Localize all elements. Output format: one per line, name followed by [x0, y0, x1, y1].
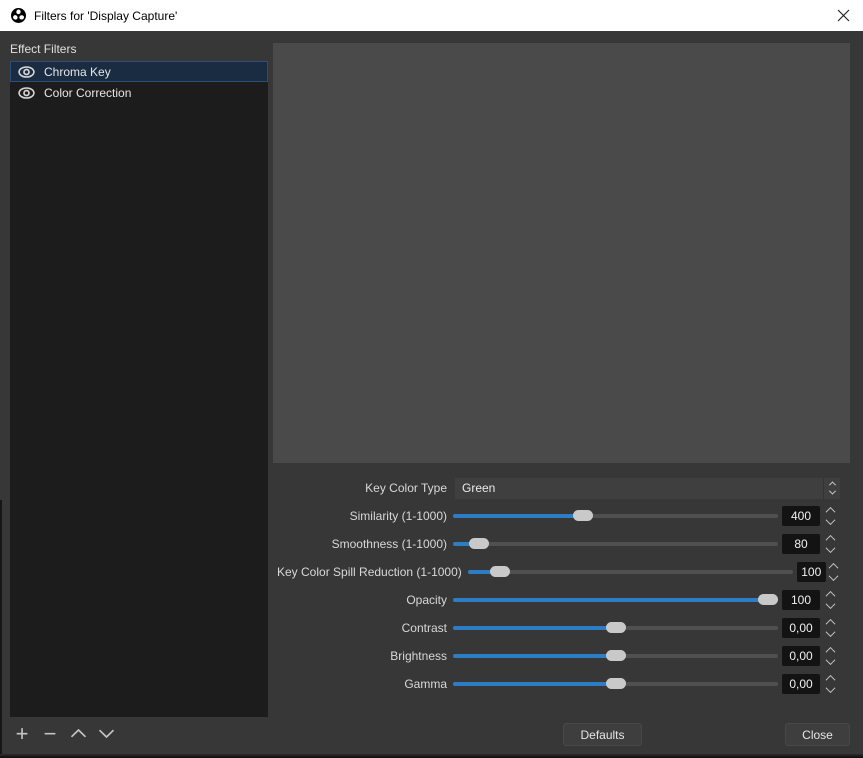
filter-name: Color Correction — [44, 86, 131, 100]
slider-track[interactable] — [453, 542, 778, 546]
chevron-up-icon — [70, 726, 87, 741]
slider-fill — [453, 682, 616, 686]
slider-handle[interactable] — [758, 594, 778, 605]
visibility-eye-icon[interactable] — [18, 66, 35, 78]
chevron-down-icon — [828, 488, 835, 495]
remove-filter-button[interactable]: − — [40, 723, 60, 744]
similarity-1-1000-value-input[interactable]: 400 — [782, 506, 820, 526]
add-filter-button[interactable]: + — [12, 723, 32, 744]
spin-arrows — [822, 588, 838, 612]
effect-filters-heading: Effect Filters — [10, 42, 76, 56]
contrast-value-input[interactable]: 0,00 — [782, 618, 820, 638]
slider-handle[interactable] — [469, 538, 489, 549]
property-row-contrast: Contrast 0,00 — [277, 614, 840, 642]
spin-down-button[interactable] — [822, 544, 838, 555]
slider-fill — [453, 626, 616, 630]
slider-handle[interactable] — [490, 566, 510, 577]
contrast-slider[interactable] — [453, 614, 778, 642]
titlebar-close-button[interactable] — [827, 1, 859, 30]
move-filter-down-button[interactable] — [96, 723, 116, 744]
key-color-spill-reduction-1-1000-value-input[interactable]: 100 — [797, 562, 826, 582]
property-row-similarity-1-1000: Similarity (1-1000) 400 — [277, 502, 840, 530]
combo-arrows[interactable] — [823, 478, 840, 499]
filters-toolbar: +− — [12, 723, 116, 744]
property-label: Opacity — [277, 593, 447, 607]
slider-handle[interactable] — [573, 510, 593, 521]
chevron-down-icon — [825, 515, 835, 525]
slider-fill — [453, 514, 583, 518]
chevron-down-icon — [825, 599, 835, 609]
effect-filters-list: Chroma Key Color Correction — [10, 61, 268, 717]
property-label: Gamma — [277, 677, 447, 691]
defaults-button[interactable]: Defaults — [563, 723, 642, 746]
filter-properties: Key Color Type Green Similarity (1-1000) 40… — [277, 474, 840, 698]
spin-arrows — [828, 560, 840, 584]
spin-arrows — [822, 672, 838, 696]
window-title: Filters for 'Display Capture' — [34, 9, 177, 23]
obs-logo-icon — [11, 8, 26, 23]
titlebar[interactable]: Filters for 'Display Capture' — [0, 0, 863, 31]
property-row-key-color-spill-reduction-1-1000: Key Color Spill Reduction (1-1000) 100 — [277, 558, 840, 586]
spin-arrows — [822, 532, 838, 556]
chevron-down-icon — [825, 543, 835, 553]
property-row-smoothness-1-1000: Smoothness (1-1000) 80 — [277, 530, 840, 558]
spin-down-button[interactable] — [822, 628, 838, 639]
gamma-value-input[interactable]: 0,00 — [782, 674, 820, 694]
smoothness-1-1000-value-input[interactable]: 80 — [782, 534, 820, 554]
filter-preview-area — [273, 43, 850, 463]
slider-track[interactable] — [468, 570, 793, 574]
similarity-1-1000-slider[interactable] — [453, 502, 778, 530]
spin-arrows — [822, 644, 838, 668]
spin-down-button[interactable] — [822, 600, 838, 611]
close-icon — [837, 9, 850, 22]
chevron-down-icon — [829, 571, 839, 581]
slider-handle[interactable] — [606, 622, 626, 633]
key-color-type-combo[interactable]: Green — [455, 478, 840, 499]
chevron-down-icon — [825, 683, 835, 693]
visibility-eye-icon[interactable] — [18, 87, 35, 99]
chevron-down-icon — [825, 627, 835, 637]
filters-dialog: { "window": { "title": "Filters for 'Dis… — [0, 0, 863, 758]
window-bottom-edge — [0, 754, 863, 758]
spin-down-button[interactable] — [822, 684, 838, 695]
property-label: Similarity (1-1000) — [277, 509, 447, 523]
opacity-value-input[interactable]: 100 — [782, 590, 820, 610]
slider-handle[interactable] — [606, 678, 626, 689]
property-row-opacity: Opacity 100 — [277, 586, 840, 614]
property-row-gamma: Gamma 0,00 — [277, 670, 840, 698]
spin-down-button[interactable] — [822, 656, 838, 667]
smoothness-1-1000-slider[interactable] — [453, 530, 778, 558]
spin-arrows — [822, 616, 838, 640]
filter-row-chroma-key[interactable]: Chroma Key — [10, 61, 268, 82]
spin-up-button[interactable] — [828, 561, 840, 572]
combo-selected-value: Green — [455, 481, 823, 495]
property-row-brightness: Brightness 0,00 — [277, 642, 840, 670]
slider-fill — [453, 654, 616, 658]
move-filter-up-button[interactable] — [68, 723, 88, 744]
spin-down-button[interactable] — [822, 516, 838, 527]
slider-fill — [453, 598, 778, 602]
filter-row-color-correction[interactable]: Color Correction — [10, 82, 268, 103]
plus-icon: + — [16, 725, 29, 743]
background-edge — [0, 500, 2, 758]
spin-arrows — [822, 504, 838, 528]
property-label: Smoothness (1-1000) — [277, 537, 447, 551]
brightness-value-input[interactable]: 0,00 — [782, 646, 820, 666]
property-label: Contrast — [277, 621, 447, 635]
close-button[interactable]: Close — [785, 723, 850, 746]
gamma-slider[interactable] — [453, 670, 778, 698]
filter-name: Chroma Key — [44, 65, 111, 79]
spin-down-button[interactable] — [828, 572, 840, 583]
key-color-spill-reduction-1-1000-slider[interactable] — [468, 558, 793, 586]
property-label: Brightness — [277, 649, 447, 663]
property-label: Key Color Spill Reduction (1-1000) — [277, 565, 462, 579]
slider-handle[interactable] — [606, 650, 626, 661]
chevron-down-icon — [825, 655, 835, 665]
minus-icon: − — [44, 725, 57, 743]
brightness-slider[interactable] — [453, 642, 778, 670]
property-label: Key Color Type — [277, 481, 447, 495]
chevron-down-icon — [98, 726, 115, 741]
property-row-key-color-type: Key Color Type Green — [277, 474, 840, 502]
opacity-slider[interactable] — [453, 586, 778, 614]
